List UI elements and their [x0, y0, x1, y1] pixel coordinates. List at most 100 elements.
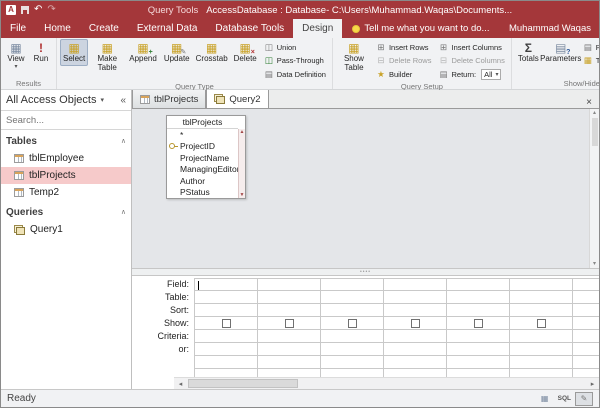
grid-cell[interactable]: [321, 304, 384, 317]
save-icon[interactable]: [21, 6, 29, 14]
crosstab-button[interactable]: ▦ Crosstab: [194, 39, 230, 66]
grid-cell[interactable]: [573, 317, 599, 330]
grid-cell[interactable]: [573, 330, 599, 343]
grid-cell[interactable]: [258, 304, 321, 317]
show-checkbox[interactable]: [411, 319, 420, 328]
field-row-projectname[interactable]: ProjectName: [167, 152, 238, 164]
insert-rows-button[interactable]: ⊞ Insert Rows: [373, 41, 435, 54]
grid-cell[interactable]: [321, 330, 384, 343]
grid-cell[interactable]: [573, 356, 599, 369]
search-box[interactable]: [1, 111, 131, 130]
grid-cell[interactable]: [447, 369, 510, 377]
grid-cell[interactable]: [258, 330, 321, 343]
grid-cell[interactable]: [195, 304, 258, 317]
append-button[interactable]: ▦+ Append: [126, 39, 160, 66]
grid-cell[interactable]: [447, 356, 510, 369]
grid-cell[interactable]: [573, 291, 599, 304]
data-definition-button[interactable]: ▤ Data Definition: [261, 68, 329, 81]
scrollbar-thumb[interactable]: [188, 379, 298, 388]
grid-cell[interactable]: [258, 291, 321, 304]
tab-external-data[interactable]: External Data: [128, 19, 207, 38]
return-select[interactable]: All ▾: [481, 69, 501, 80]
shutter-close-icon[interactable]: «: [120, 95, 126, 106]
return-control[interactable]: ▤ Return: All ▾: [435, 68, 507, 81]
datasheet-view-button[interactable]: ▦: [536, 392, 554, 406]
field-row-managingeditor[interactable]: ManagingEditor: [167, 164, 238, 176]
grid-cell[interactable]: [447, 291, 510, 304]
grid-cell[interactable]: [195, 343, 258, 356]
navigation-pane-header[interactable]: All Access Objects ▾ «: [1, 90, 131, 111]
grid-cell[interactable]: [510, 330, 573, 343]
delete-rows-button[interactable]: ⊟ Delete Rows: [373, 55, 435, 68]
design-pane-vertical-scrollbar[interactable]: ▴ ▾: [589, 109, 599, 268]
grid-cell[interactable]: [384, 304, 447, 317]
field-row-pstatus[interactable]: PStatus: [167, 187, 238, 199]
grid-cell[interactable]: [321, 356, 384, 369]
redo-icon[interactable]: ↷: [47, 5, 55, 15]
user-name[interactable]: Muhammad Waqas: [509, 19, 591, 38]
field-list-tblprojects[interactable]: tblProjects * ProjectID ProjectName: [166, 115, 246, 199]
make-table-button[interactable]: ▦ Make Table: [89, 39, 125, 74]
close-object-icon[interactable]: ×: [579, 97, 599, 108]
grid-cell[interactable]: [258, 343, 321, 356]
grid-cell[interactable]: [195, 279, 258, 291]
tab-create[interactable]: Create: [80, 19, 128, 38]
sidebar-item-query1[interactable]: Query1: [1, 221, 131, 238]
show-checkbox[interactable]: [285, 319, 294, 328]
horizontal-scrollbar[interactable]: ◂ ▸: [174, 377, 599, 389]
grid-cell[interactable]: [321, 279, 384, 291]
grid-cell[interactable]: [384, 279, 447, 291]
grid-cell[interactable]: [447, 317, 510, 330]
grid-cell[interactable]: [384, 291, 447, 304]
access-app-icon[interactable]: A: [6, 5, 16, 15]
totals-button[interactable]: Σ Totals: [515, 39, 542, 66]
grid-cell[interactable]: [195, 356, 258, 369]
grid-cell[interactable]: [510, 279, 573, 291]
field-row-author[interactable]: Author: [167, 175, 238, 187]
show-checkbox[interactable]: [474, 319, 483, 328]
scrollbar-thumb[interactable]: [592, 118, 598, 146]
grid-cell[interactable]: [195, 330, 258, 343]
query-design-pane[interactable]: tblProjects * ProjectID ProjectName: [132, 109, 599, 269]
grid-cell[interactable]: [573, 304, 599, 317]
show-checkbox[interactable]: [348, 319, 357, 328]
show-table-button[interactable]: ▦ Show Table: [336, 39, 372, 74]
grid-cell[interactable]: [573, 279, 599, 291]
grid-cell[interactable]: [321, 291, 384, 304]
grid-cell[interactable]: [447, 279, 510, 291]
view-button[interactable]: ▦ View ▾: [4, 39, 28, 72]
property-sheet-button[interactable]: ▤ Property Sheet: [580, 41, 600, 54]
tell-me-box[interactable]: Tell me what you want to do...: [352, 19, 489, 38]
grid-cell[interactable]: [258, 279, 321, 291]
grid-cell[interactable]: [195, 291, 258, 304]
union-button[interactable]: ◫ Union: [261, 41, 329, 54]
grid-cell[interactable]: [258, 317, 321, 330]
tab-home[interactable]: Home: [35, 19, 80, 38]
sql-view-button[interactable]: SQL: [555, 392, 574, 406]
show-checkbox[interactable]: [537, 319, 546, 328]
select-query-button[interactable]: ▦ Select: [60, 39, 88, 66]
show-checkbox[interactable]: [222, 319, 231, 328]
parameters-button[interactable]: ▤? Parameters: [543, 39, 579, 66]
run-button[interactable]: ! Run: [29, 39, 53, 66]
delete-columns-button[interactable]: ⊟ Delete Columns: [435, 55, 507, 68]
table-names-button[interactable]: ▦ Table Names: [580, 55, 600, 68]
design-view-button[interactable]: ✎: [575, 392, 593, 406]
grid-cell[interactable]: [195, 369, 258, 377]
sidebar-item-tblprojects[interactable]: tblProjects: [1, 167, 131, 184]
grid-cell[interactable]: [573, 369, 599, 377]
insert-columns-button[interactable]: ⊞ Insert Columns: [435, 41, 507, 54]
grid-cell[interactable]: [195, 317, 258, 330]
grid-cell[interactable]: [384, 330, 447, 343]
field-list-scrollbar[interactable]: ▲ ▼: [238, 129, 245, 198]
grid-cell[interactable]: [384, 317, 447, 330]
undo-icon[interactable]: ↶: [34, 5, 42, 15]
scroll-right-button[interactable]: ▸: [586, 378, 599, 389]
queries-section-header[interactable]: Queries ∧: [1, 203, 131, 221]
grid-cell[interactable]: [447, 304, 510, 317]
scrollbar-track[interactable]: [187, 378, 586, 389]
scroll-left-button[interactable]: ◂: [174, 378, 187, 389]
grid-cell[interactable]: [510, 317, 573, 330]
grid-cell[interactable]: [447, 330, 510, 343]
pane-splitter[interactable]: ••••: [132, 269, 599, 276]
